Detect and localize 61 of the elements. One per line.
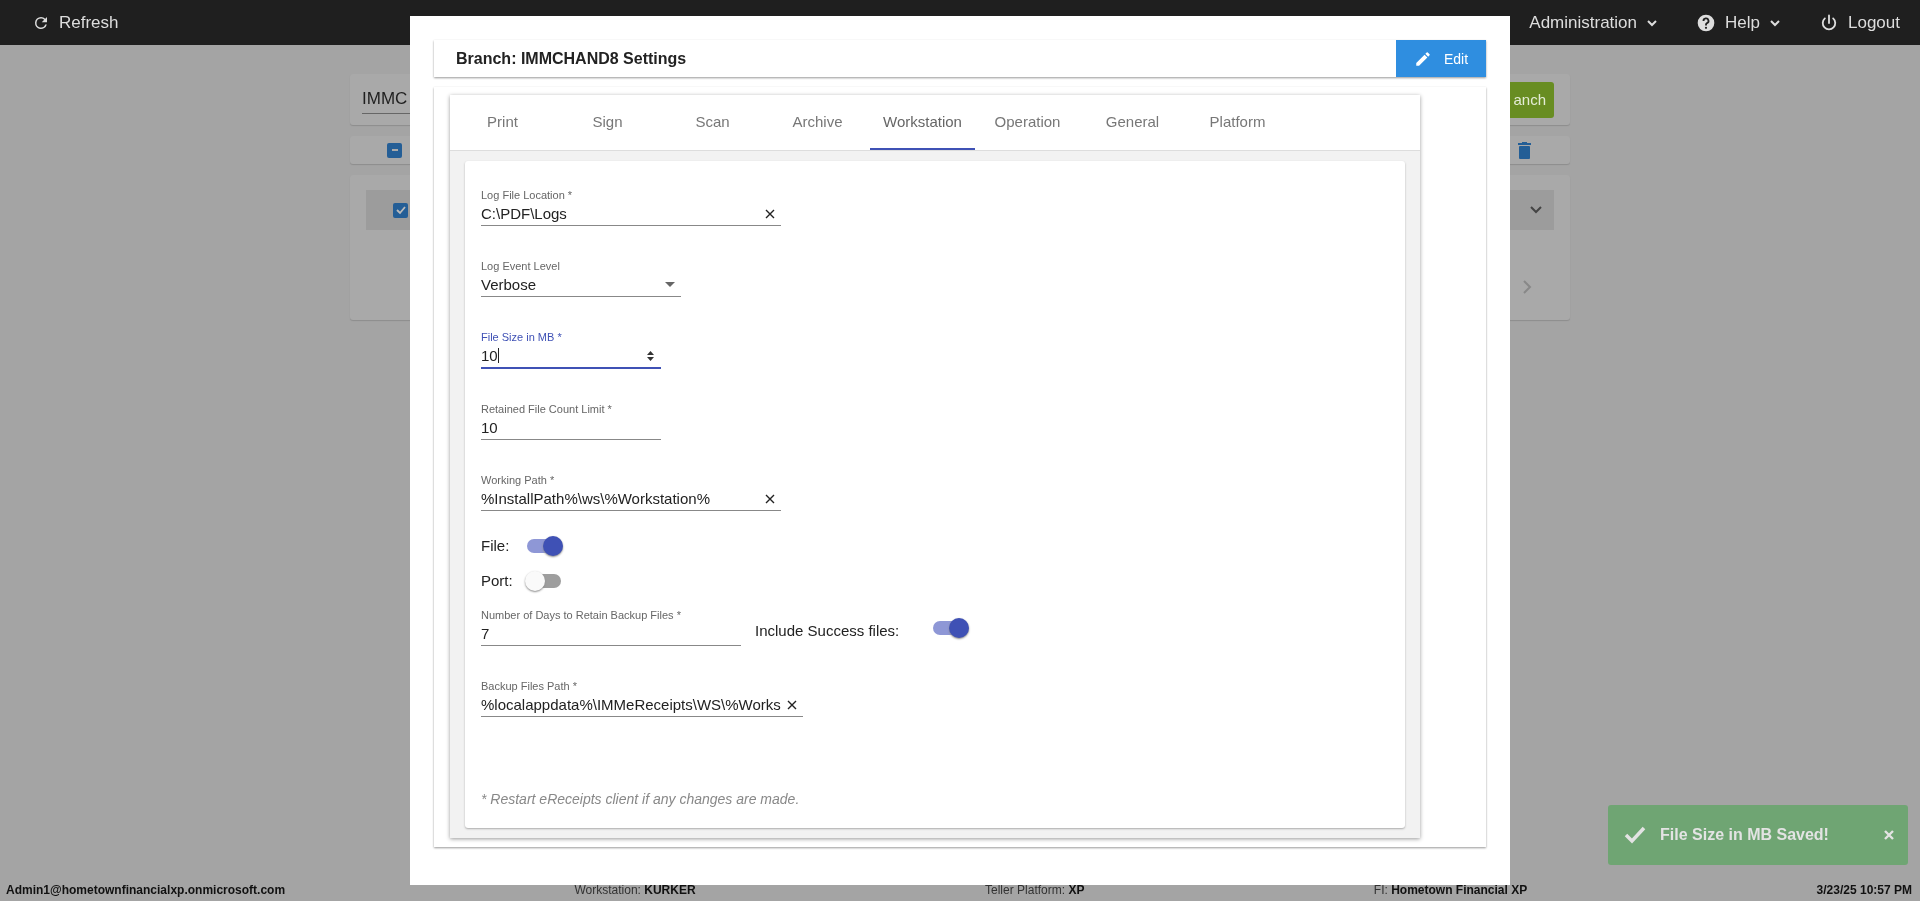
check-icon	[394, 204, 407, 216]
logout-button[interactable]: Logout	[1819, 12, 1900, 33]
menu-button[interactable]: Help	[1696, 12, 1781, 33]
restart-note: * Restart eReceipts client if any changes are made.	[481, 791, 800, 807]
chevron-down-icon[interactable]	[1530, 206, 1542, 214]
date-time: 3/23/25 10:57 PM	[1816, 882, 1912, 897]
select-field[interactable]: Log Event Level Verbose	[481, 260, 681, 297]
input-field[interactable]: Number of Days to Retain Backup Files * 7	[481, 609, 741, 646]
field-value: 10	[481, 419, 498, 436]
select-all-checkbox[interactable]	[387, 142, 402, 158]
toggle-label: Port:	[481, 572, 514, 589]
tab[interactable]: Scan	[660, 95, 765, 150]
menu-button[interactable]: Administration	[1529, 12, 1659, 33]
dropdown-arrow-icon[interactable]	[665, 282, 675, 287]
tab[interactable]: Sign	[555, 95, 660, 150]
refresh-button[interactable]: Refresh	[32, 12, 119, 33]
tab[interactable]: Operation	[975, 95, 1080, 150]
trash-icon[interactable]	[1518, 141, 1531, 159]
clear-icon[interactable]	[765, 208, 775, 219]
field-value: %localappdata%\IMMeReceipts\WS\%Works	[481, 696, 781, 713]
field-label: File Size in MB *	[481, 331, 563, 343]
spinner-icon[interactable]	[646, 349, 655, 362]
tab[interactable]: Archive	[765, 95, 870, 150]
field-value: 7	[481, 625, 490, 642]
toggle-label: Include Success files:	[755, 622, 900, 639]
toggle-switch[interactable]	[933, 620, 968, 635]
input-field[interactable]: Retained File Count Limit * 10	[481, 403, 661, 440]
field-label: Log File Location *	[481, 189, 574, 201]
checkmark-icon	[1624, 826, 1646, 844]
power-icon	[1819, 12, 1839, 33]
toggle-label: File:	[481, 537, 511, 554]
user-email: Admin1@hometownfinancialxp.onmicrosoft.com	[6, 882, 286, 897]
pencil-icon	[1413, 49, 1432, 68]
field-label: Backup Files Path *	[481, 680, 578, 692]
clear-icon[interactable]	[765, 493, 775, 504]
field-value: Verbose	[481, 276, 537, 293]
checkbox[interactable]	[393, 202, 408, 218]
field-label: Number of Days to Retain Backup Files *	[481, 609, 682, 621]
status-item: Teller Platform: XP	[985, 882, 1085, 897]
field-value: %InstallPath%\ws\%Workstation%	[481, 490, 710, 507]
input-field[interactable]: Working Path * %InstallPath%\ws\%Workstation%	[481, 474, 781, 511]
input-field[interactable]: Backup Files Path * %localappdata%\IMMeReceipts\WS\%Works	[481, 680, 803, 717]
toggle-switch[interactable]	[527, 573, 561, 588]
toast-message: File Size in MB Saved!	[1660, 826, 1830, 844]
input-field[interactable]: File Size in MB * 10	[481, 331, 661, 369]
toggle-switch[interactable]	[527, 538, 561, 553]
field-label: Log Event Level	[481, 260, 561, 272]
clear-icon[interactable]	[786, 699, 797, 710]
input-field[interactable]: Log File Location * C:\PDF\Logs	[481, 189, 781, 226]
tab[interactable]: Workstation	[870, 95, 975, 150]
dialog-title: Branch: IMMCHAND8 Settings	[456, 49, 687, 68]
field-label: Retained File Count Limit *	[481, 403, 613, 415]
status-item: FI: Hometown Financial XP	[1373, 882, 1528, 897]
tab[interactable]: Platform	[1185, 95, 1290, 150]
status-item: Workstation: KURKER	[574, 882, 696, 897]
tab[interactable]: General	[1080, 95, 1185, 150]
field-value: C:\PDF\Logs	[481, 205, 567, 222]
help-icon	[1696, 12, 1717, 33]
tab[interactable]: Print	[450, 95, 555, 150]
field-label: Working Path *	[481, 474, 556, 486]
field-value: 10	[481, 347, 499, 364]
